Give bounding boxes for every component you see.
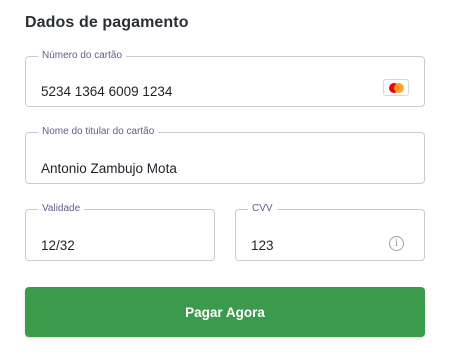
- expiry-label: Validade: [42, 203, 81, 214]
- mastercard-orange-circle: [394, 83, 404, 93]
- cvv-label: CVV: [252, 203, 273, 214]
- card-holder-label: Nome do titular do cartão: [42, 126, 155, 137]
- expiry-field[interactable]: Validade 12/32: [25, 203, 215, 261]
- cvv-value[interactable]: 123: [251, 238, 274, 253]
- cvv-field[interactable]: CVV 123 i: [235, 203, 425, 261]
- expiry-value[interactable]: 12/32: [41, 238, 75, 253]
- card-holder-field[interactable]: Nome do titular do cartão Antonio Zambuj…: [25, 126, 425, 184]
- card-holder-value[interactable]: Antonio Zambujo Mota: [41, 161, 177, 176]
- card-number-field[interactable]: Número do cartão 5234 1364 6009 1234: [25, 50, 425, 107]
- card-number-label: Número do cartão: [42, 50, 123, 61]
- info-icon[interactable]: i: [389, 236, 404, 251]
- card-number-value[interactable]: 5234 1364 6009 1234: [41, 84, 172, 99]
- mastercard-icon: [383, 79, 409, 96]
- section-title: Dados de pagamento: [25, 14, 189, 31]
- pay-now-button[interactable]: Pagar Agora: [25, 287, 425, 337]
